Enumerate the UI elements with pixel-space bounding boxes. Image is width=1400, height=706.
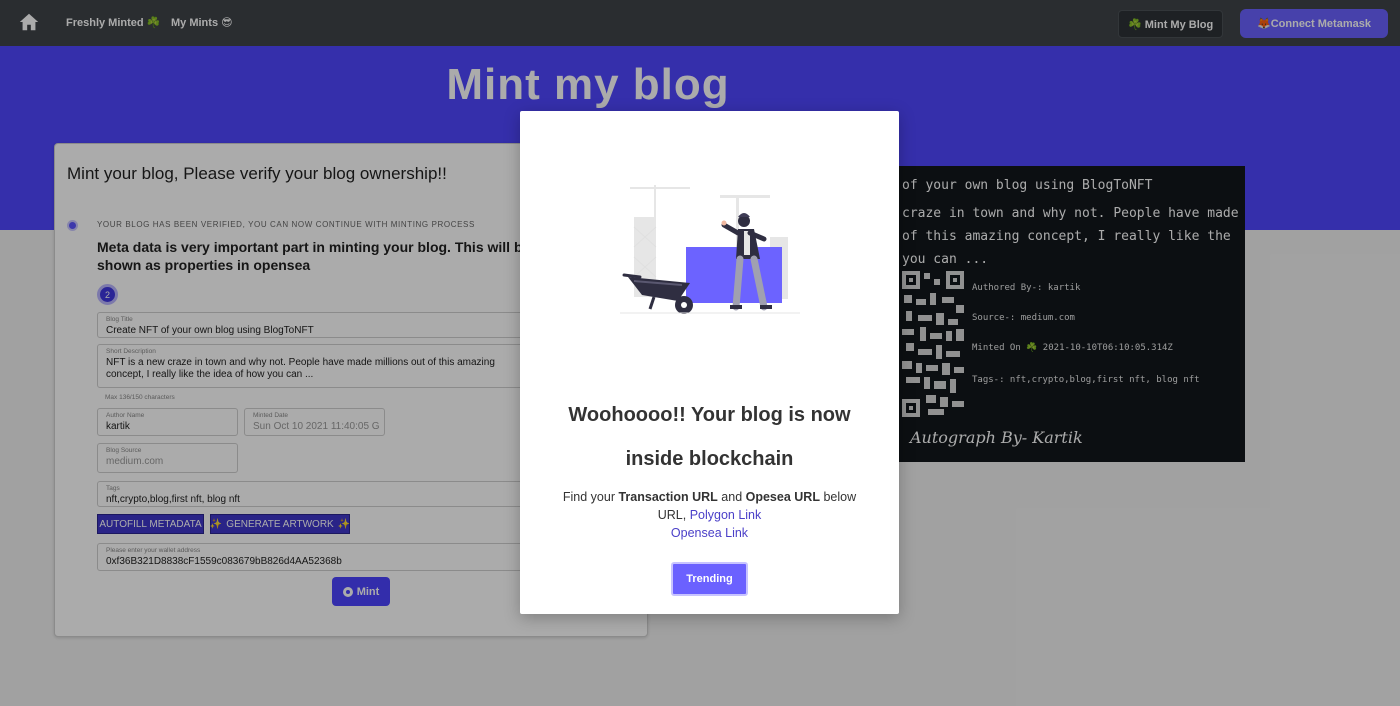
construction-worker-illustration	[620, 185, 800, 314]
modal-description: Find your Transaction URL and Opesea URL…	[520, 488, 899, 542]
text-below: below	[819, 490, 857, 504]
text-and: and	[717, 490, 746, 504]
modal-description-line3: Opensea Link	[520, 524, 899, 542]
polygon-link[interactable]: Polygon Link	[690, 508, 762, 522]
trending-button[interactable]: Trending	[671, 562, 748, 596]
success-modal: Woohoooo!! Your blog is now inside block…	[520, 111, 899, 614]
modal-description-line1: Find your Transaction URL and Opesea URL…	[520, 488, 899, 506]
modal-title: Woohoooo!! Your blog is now inside block…	[520, 393, 899, 481]
opensea-link[interactable]: Opensea Link	[671, 526, 748, 540]
opensea-url-text: Opesea URL	[745, 490, 820, 504]
text-url: URL,	[657, 508, 690, 522]
trending-button-label: Trending	[686, 573, 733, 585]
modal-title-line2: inside blockchain	[625, 448, 794, 470]
text-prefix: Find your	[562, 490, 619, 504]
modal-title-line1: Woohoooo!! Your blog is now	[568, 404, 851, 426]
transaction-url-text: Transaction URL	[618, 490, 718, 504]
modal-description-line2: URL, Polygon Link	[520, 506, 899, 524]
